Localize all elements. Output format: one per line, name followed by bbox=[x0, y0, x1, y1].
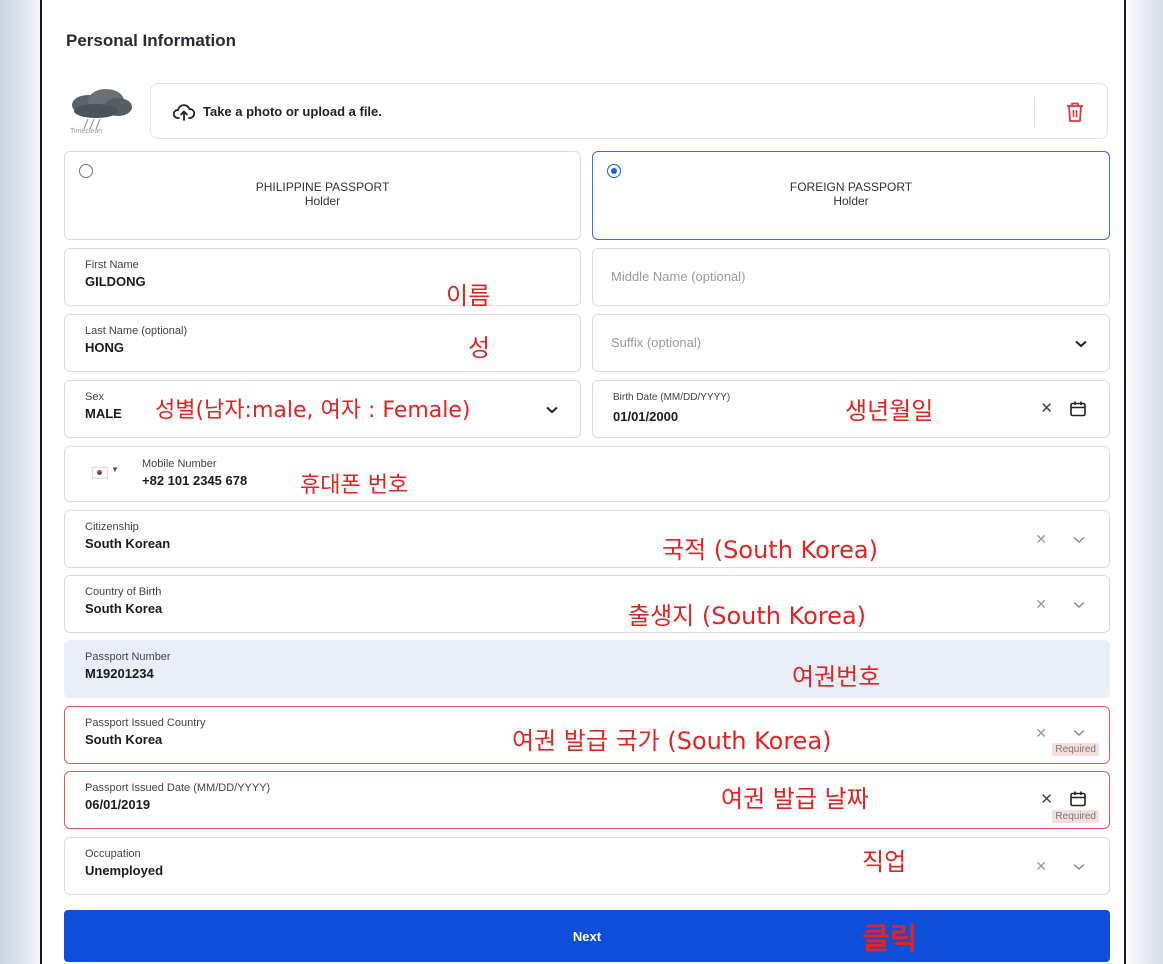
option-title: PHILIPPINE PASSPORT bbox=[255, 180, 390, 194]
calendar-icon[interactable] bbox=[1069, 400, 1087, 418]
caret-down-icon[interactable]: ▼ bbox=[111, 465, 119, 474]
option-subtitle: Holder bbox=[833, 194, 869, 208]
occupation-select[interactable]: Occupation Unemployed ✕ bbox=[64, 837, 1110, 895]
last-name-field[interactable]: Last Name (optional) HONG bbox=[64, 314, 581, 372]
field-value[interactable]: 06/01/2019 bbox=[85, 797, 150, 812]
field-value[interactable]: South Korean bbox=[85, 536, 170, 551]
field-label: Passport Issued Date (MM/DD/YYYY) bbox=[85, 782, 271, 794]
divider bbox=[1034, 97, 1035, 127]
chevron-down-icon[interactable] bbox=[1073, 729, 1085, 737]
annotation-citizenship: 국적 (South Korea) bbox=[662, 536, 878, 564]
close-icon[interactable]: ✕ bbox=[1040, 792, 1053, 807]
upload-label[interactable]: Take a photo or upload a file. bbox=[203, 104, 382, 119]
field-label: Occupation bbox=[85, 848, 141, 860]
annotation-sex: 성별(남자:male, 여자 : Female) bbox=[155, 398, 471, 423]
annotation-passport-country: 여권 발급 국가 (South Korea) bbox=[512, 727, 832, 755]
radio-button-selected[interactable] bbox=[607, 164, 621, 178]
field-label: Sex bbox=[85, 391, 104, 403]
foreign-passport-option[interactable]: FOREIGN PASSPORT Holder bbox=[592, 151, 1110, 240]
calendar-icon[interactable] bbox=[1069, 790, 1087, 808]
first-name-field[interactable]: First Name GILDONG bbox=[64, 248, 581, 306]
korea-flag-icon[interactable] bbox=[92, 467, 108, 479]
annotation-passport-number: 여권번호 bbox=[792, 663, 881, 691]
field-value[interactable]: South Korea bbox=[85, 732, 162, 747]
trash-icon[interactable] bbox=[1065, 101, 1085, 123]
mobile-number-field[interactable]: Mobile Number +82 101 2345 678 bbox=[64, 446, 1110, 502]
option-title: FOREIGN PASSPORT bbox=[789, 180, 913, 194]
next-button[interactable]: Next bbox=[64, 910, 1110, 962]
required-badge: Required bbox=[1052, 810, 1099, 823]
upload-box[interactable]: Take a photo or upload a file. bbox=[150, 83, 1108, 139]
chevron-down-icon[interactable] bbox=[1073, 863, 1085, 871]
citizenship-select[interactable]: Citizenship South Korean ✕ bbox=[64, 510, 1110, 568]
field-value[interactable]: HONG bbox=[85, 340, 124, 355]
annotation-mobile: 휴대폰 번호 bbox=[300, 473, 409, 498]
annotation-passport-date: 여권 발급 날짜 bbox=[721, 785, 869, 813]
field-label: Country of Birth bbox=[85, 586, 162, 598]
field-label: Mobile Number bbox=[142, 458, 217, 470]
required-badge: Required bbox=[1052, 743, 1099, 756]
page-title: Personal Information bbox=[66, 31, 237, 50]
field-label: Passport Issued Country bbox=[85, 717, 206, 729]
field-label: First Name bbox=[85, 259, 139, 271]
field-placeholder[interactable]: Suffix (optional) bbox=[611, 335, 701, 350]
field-value[interactable]: 01/01/2000 bbox=[613, 409, 678, 424]
country-of-birth-select[interactable]: Country of Birth South Korea ✕ bbox=[64, 575, 1110, 633]
passport-issued-date-field[interactable]: Passport Issued Date (MM/DD/YYYY) 06/01/… bbox=[64, 771, 1110, 829]
annotation-birth-date: 생년월일 bbox=[845, 397, 934, 425]
annotation-occupation: 직업 bbox=[862, 848, 907, 876]
chevron-down-icon[interactable] bbox=[1073, 536, 1085, 544]
cloud-upload-icon bbox=[173, 104, 195, 121]
radio-button[interactable] bbox=[79, 164, 93, 178]
field-value[interactable]: +82 101 2345 678 bbox=[142, 473, 247, 488]
annotation-country-of-birth: 출생지 (South Korea) bbox=[628, 602, 867, 630]
close-icon[interactable]: ✕ bbox=[1040, 401, 1053, 416]
close-icon[interactable]: ✕ bbox=[1035, 859, 1047, 874]
logo-caption: Timeclean bbox=[70, 128, 103, 135]
background-right bbox=[1123, 0, 1163, 964]
field-value[interactable]: Unemployed bbox=[85, 863, 163, 878]
field-label: Birth Date (MM/DD/YYYY) bbox=[613, 392, 731, 403]
chevron-down-icon[interactable] bbox=[1075, 340, 1087, 348]
option-subtitle: Holder bbox=[304, 194, 341, 208]
field-label: Last Name (optional) bbox=[85, 325, 188, 337]
field-label: Citizenship bbox=[85, 521, 139, 533]
field-value[interactable]: M19201234 bbox=[85, 666, 154, 681]
field-value[interactable]: South Korea bbox=[85, 601, 162, 616]
close-icon[interactable]: ✕ bbox=[1035, 726, 1047, 741]
philippine-passport-option[interactable]: PHILIPPINE PASSPORT Holder bbox=[64, 151, 581, 240]
close-icon[interactable]: ✕ bbox=[1035, 532, 1047, 547]
annotation-next: 클릭 bbox=[862, 922, 918, 957]
suffix-select[interactable]: Suffix (optional) bbox=[592, 314, 1110, 372]
field-placeholder[interactable]: Middle Name (optional) bbox=[611, 269, 745, 284]
field-label: Passport Number bbox=[85, 651, 171, 663]
chevron-down-icon[interactable] bbox=[546, 406, 558, 414]
field-value[interactable]: GILDONG bbox=[85, 274, 146, 289]
field-value[interactable]: MALE bbox=[85, 406, 122, 421]
annotation-last-name: 성 bbox=[468, 334, 491, 362]
middle-name-field[interactable]: Middle Name (optional) bbox=[592, 248, 1110, 306]
chevron-down-icon[interactable] bbox=[1073, 601, 1085, 609]
close-icon[interactable]: ✕ bbox=[1035, 597, 1047, 612]
passport-number-field[interactable]: Passport Number M19201234 bbox=[64, 640, 1110, 698]
annotation-first-name: 이름 bbox=[446, 282, 491, 310]
